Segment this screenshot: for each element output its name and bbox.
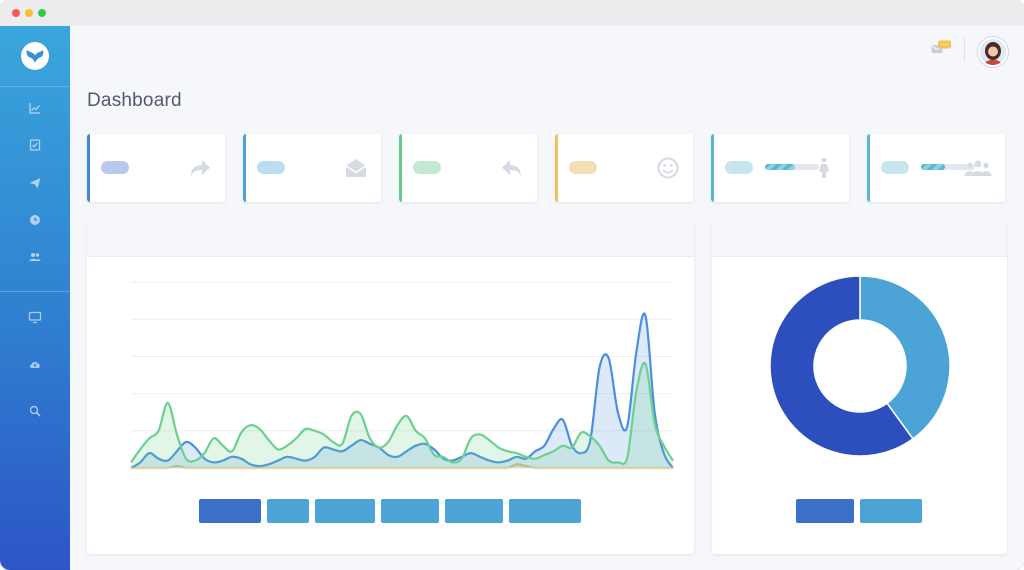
sidebar-divider (0, 86, 70, 87)
stat-card-accent (711, 134, 714, 202)
stat-card-value-placeholder (257, 161, 285, 174)
sidebar (0, 26, 70, 570)
search-icon[interactable] (28, 404, 42, 418)
stat-card-value-placeholder (413, 161, 441, 174)
stat-card[interactable] (87, 134, 225, 202)
share-arrow-icon (187, 155, 213, 181)
legend-item[interactable] (860, 499, 922, 523)
legend-item[interactable] (381, 499, 439, 523)
users-group-icon (963, 155, 992, 181)
stat-card[interactable] (555, 134, 693, 202)
stat-card-accent (399, 134, 402, 202)
stat-card[interactable] (399, 134, 537, 202)
female-icon (811, 155, 837, 181)
legend-item[interactable] (267, 499, 309, 523)
line-chart-icon[interactable] (28, 101, 42, 115)
stat-card[interactable] (243, 134, 381, 202)
window-close-button[interactable] (12, 9, 20, 17)
sidebar-divider (0, 291, 70, 292)
user-avatar-icon[interactable] (978, 37, 1008, 67)
checklist-icon[interactable] (28, 138, 42, 152)
whale-tail-logo-icon[interactable] (21, 42, 49, 70)
area-chart-panel (87, 220, 694, 554)
legend-item[interactable] (199, 499, 261, 523)
donut-chart-panel (712, 220, 1007, 554)
stat-card-progress-fill (921, 164, 946, 170)
legend-item[interactable] (509, 499, 581, 523)
stat-card-accent (867, 134, 870, 202)
stat-card-progress-fill (765, 164, 795, 170)
envelope-open-icon (343, 155, 369, 181)
reply-arrow-icon (499, 155, 525, 181)
page-title: Dashboard (87, 90, 182, 111)
stat-card-value-placeholder (101, 161, 129, 174)
legend-item[interactable] (315, 499, 375, 523)
area-series-fill (131, 362, 673, 468)
stat-card-value-placeholder (569, 161, 597, 174)
stat-card-accent (243, 134, 246, 202)
legend-item[interactable] (796, 499, 854, 523)
stat-card-value-placeholder (881, 161, 909, 174)
stat-card-accent (87, 134, 90, 202)
stat-card-value-placeholder (725, 161, 753, 174)
topbar-divider (964, 38, 965, 62)
monitor-icon[interactable] (28, 310, 42, 324)
mail-notification-icon[interactable] (931, 40, 953, 56)
window-maximize-button[interactable] (38, 9, 46, 17)
legend-item[interactable] (445, 499, 503, 523)
clock-icon[interactable] (28, 213, 42, 227)
main-content: Dashboard (70, 26, 1024, 570)
stat-card[interactable] (711, 134, 849, 202)
app-window: Dashboard (0, 0, 1024, 570)
stat-card-accent (555, 134, 558, 202)
users-icon[interactable] (28, 250, 42, 264)
cloud-upload-icon[interactable] (28, 357, 42, 371)
window-titlebar (0, 0, 1024, 26)
smiley-icon (655, 155, 681, 181)
paper-plane-icon[interactable] (28, 176, 42, 190)
stat-card[interactable] (867, 134, 1005, 202)
window-minimize-button[interactable] (25, 9, 33, 17)
